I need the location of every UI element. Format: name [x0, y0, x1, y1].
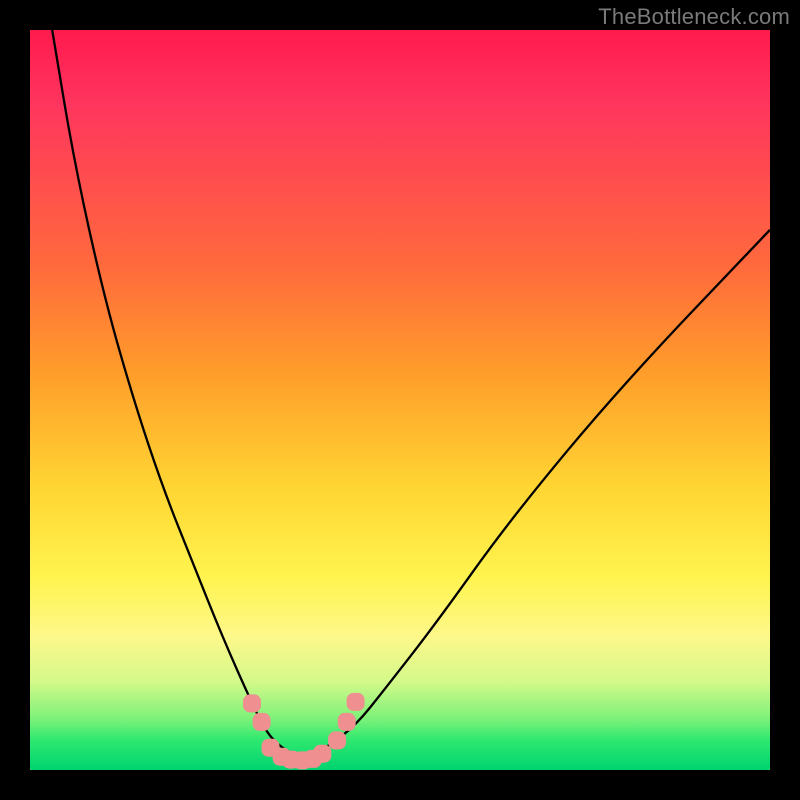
marker: [328, 731, 346, 749]
marker: [243, 694, 261, 712]
curve-svg: [30, 30, 770, 770]
marker: [347, 693, 365, 711]
chart-frame: TheBottleneck.com: [0, 0, 800, 800]
marker: [313, 745, 331, 763]
bottleneck-curve: [52, 30, 770, 755]
marker: [338, 713, 356, 731]
plot-area: [30, 30, 770, 770]
watermark-text: TheBottleneck.com: [598, 4, 790, 30]
marker: [253, 713, 271, 731]
